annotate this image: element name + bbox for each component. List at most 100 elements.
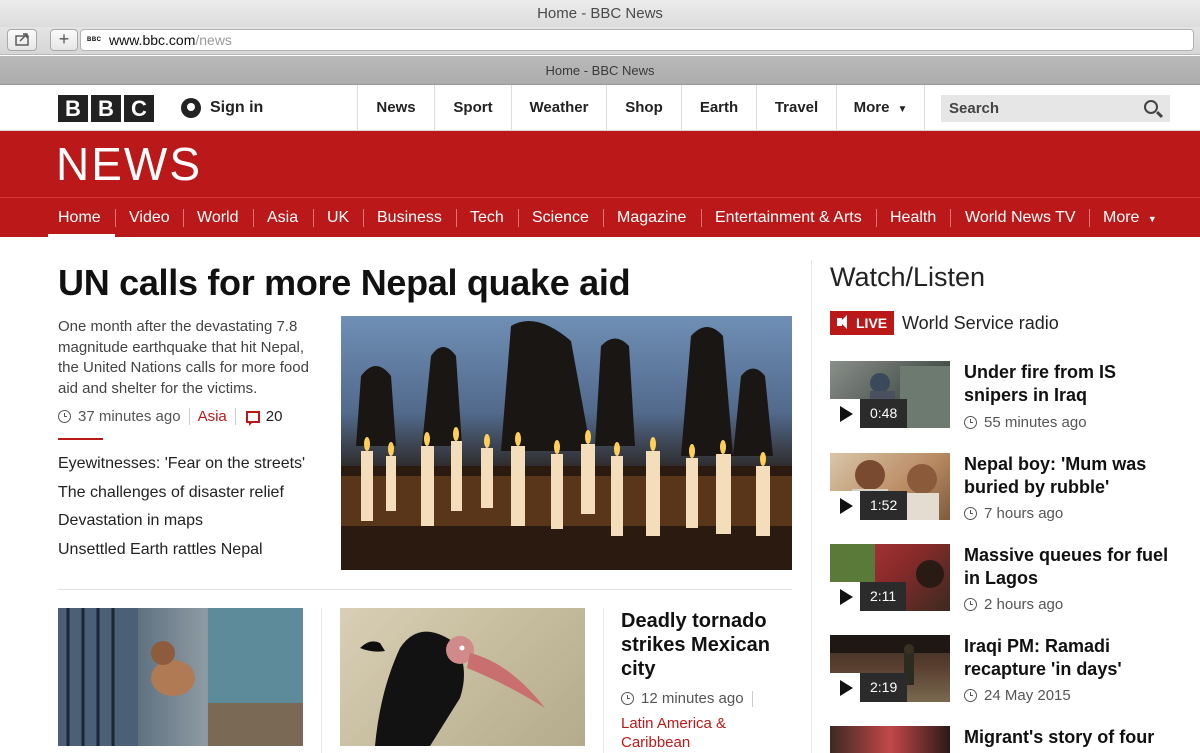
global-nav-shop[interactable]: Shop (606, 85, 681, 131)
url-host: www.bbc.com (109, 32, 196, 48)
comments-link[interactable]: 20 (234, 408, 283, 426)
related-link[interactable]: Devastation in maps (58, 507, 305, 536)
global-nav-travel[interactable]: Travel (756, 85, 836, 131)
nav-divider (183, 209, 184, 227)
news-nav-science[interactable]: Science (532, 198, 589, 237)
news-masthead: NEWS (0, 131, 1200, 197)
news-nav-world-news-tv[interactable]: World News TV (965, 198, 1076, 237)
nav-divider (701, 209, 702, 227)
video-title[interactable]: Iraqi PM: Ramadi recapture 'in days' (964, 635, 1174, 681)
search-input[interactable]: Search (941, 95, 1170, 122)
sidebar-divider (811, 260, 812, 753)
url-path: /news (195, 32, 232, 48)
news-nav-home[interactable]: Home (58, 198, 101, 237)
secondary-story-headline[interactable]: Deadly tornado strikes Mexican city (621, 609, 791, 681)
red-rule (58, 438, 103, 440)
top-story-section-link[interactable]: Asia (188, 408, 227, 425)
train-window-illustration (58, 608, 303, 746)
search-icon[interactable] (1144, 100, 1158, 114)
news-nav-video[interactable]: Video (129, 198, 170, 237)
secondary-story-section-link[interactable]: Latin America & Caribbean (621, 714, 771, 752)
bbc-global-nav: B B C Sign in News Sport Weather Shop Ea… (0, 85, 1200, 131)
news-brand[interactable]: NEWS (56, 139, 202, 189)
related-link[interactable]: Unsettled Earth rattles Nepal (58, 536, 305, 565)
global-nav-more-label: More (853, 99, 890, 116)
global-nav-earth[interactable]: Earth (681, 85, 756, 131)
live-badge-label: LIVE (856, 315, 888, 331)
sign-in-link[interactable]: Sign in (181, 85, 263, 131)
secondary-story-time: 12 minutes ago (641, 690, 744, 707)
video-thumbnail[interactable]: 0:48 (830, 361, 950, 428)
window-title: Home - BBC News (0, 0, 1200, 27)
news-nav-uk[interactable]: UK (327, 198, 349, 237)
address-bar[interactable]: BBC www.bbc.com/news (80, 29, 1194, 51)
chevron-down-icon: ▼ (1147, 214, 1157, 224)
news-nav-entertainment[interactable]: Entertainment & Arts (715, 198, 862, 237)
secondary-story-meta: 12 minutes ago (621, 690, 753, 707)
nav-divider (518, 209, 519, 227)
video-time-text: 24 May 2015 (984, 687, 1071, 704)
video-time: 7 hours ago (964, 505, 1063, 522)
comments-count: 20 (265, 408, 283, 425)
meta-divider (751, 690, 753, 707)
play-icon (840, 406, 853, 422)
related-links: Eyewitnesses: 'Fear on the streets' The … (58, 450, 305, 564)
chevron-down-icon: ▼ (897, 104, 908, 115)
global-nav-more[interactable]: More ▼ (836, 85, 925, 131)
related-link[interactable]: The challenges of disaster relief (58, 479, 305, 508)
global-nav-sport[interactable]: Sport (434, 85, 511, 131)
news-nav-business[interactable]: Business (377, 198, 442, 237)
clock-icon (58, 410, 71, 423)
video-thumbnail[interactable]: 1:52 (830, 453, 950, 520)
video-duration: 2:11 (860, 582, 907, 611)
video-thumbnail[interactable] (830, 726, 950, 753)
nav-divider (253, 209, 254, 227)
top-story-image[interactable] (341, 316, 792, 570)
video-title[interactable]: Migrant's story of four (964, 726, 1174, 749)
video-time-text: 2 hours ago (984, 596, 1064, 613)
nav-divider (876, 209, 877, 227)
related-link[interactable]: Eyewitnesses: 'Fear on the streets' (58, 450, 305, 479)
address-url: www.bbc.com/news (109, 30, 232, 50)
speaker-icon (837, 315, 847, 329)
story-image-ibis[interactable] (340, 608, 585, 746)
video-duration: 1:52 (860, 491, 908, 520)
video-title[interactable]: Nepal boy: 'Mum was buried by rubble' (964, 453, 1174, 499)
top-story-headline[interactable]: UN calls for more Nepal quake aid (58, 262, 631, 304)
live-radio-link[interactable]: World Service radio (902, 311, 1059, 335)
active-tab-indicator (48, 234, 115, 238)
nav-divider (456, 209, 457, 227)
new-tab-button[interactable]: + (50, 29, 78, 51)
video-thumbnail[interactable]: 2:19 (830, 635, 950, 702)
bbc-logo[interactable]: B B C (58, 95, 154, 122)
global-nav-news[interactable]: News (357, 85, 434, 131)
video-duration: 0:48 (860, 399, 908, 428)
watch-listen-heading: Watch/Listen (830, 262, 986, 292)
bbc-logo-block: C (124, 95, 154, 122)
news-nav-asia[interactable]: Asia (267, 198, 298, 237)
news-nav-magazine[interactable]: Magazine (617, 198, 686, 237)
nav-divider (115, 209, 116, 227)
live-badge[interactable]: LIVE (830, 311, 895, 335)
column-divider (603, 608, 604, 753)
browser-tab[interactable]: Home - BBC News (0, 56, 1200, 85)
clock-icon (964, 416, 977, 429)
news-nav-more[interactable]: More ▼ (1103, 198, 1157, 237)
top-story-meta: 37 minutes ago Asia 20 (58, 408, 283, 426)
global-nav-weather[interactable]: Weather (511, 85, 606, 131)
ibis-bird-illustration (360, 631, 545, 746)
comment-icon (245, 410, 260, 426)
play-icon (840, 589, 853, 605)
share-button[interactable] (7, 29, 37, 51)
news-nav-health[interactable]: Health (890, 198, 936, 237)
play-icon (840, 680, 853, 696)
section-divider (58, 589, 792, 590)
news-nav-world[interactable]: World (197, 198, 239, 237)
video-thumbnail[interactable]: 2:11 (830, 544, 950, 611)
top-story-summary: One month after the devastating 7.8 magn… (58, 318, 309, 397)
news-nav-tech[interactable]: Tech (470, 198, 504, 237)
share-icon (15, 33, 29, 46)
video-title[interactable]: Under fire from IS snipers in Iraq (964, 361, 1174, 407)
video-title[interactable]: Massive queues for fuel in Lagos (964, 544, 1174, 590)
story-image-train[interactable] (58, 608, 303, 746)
